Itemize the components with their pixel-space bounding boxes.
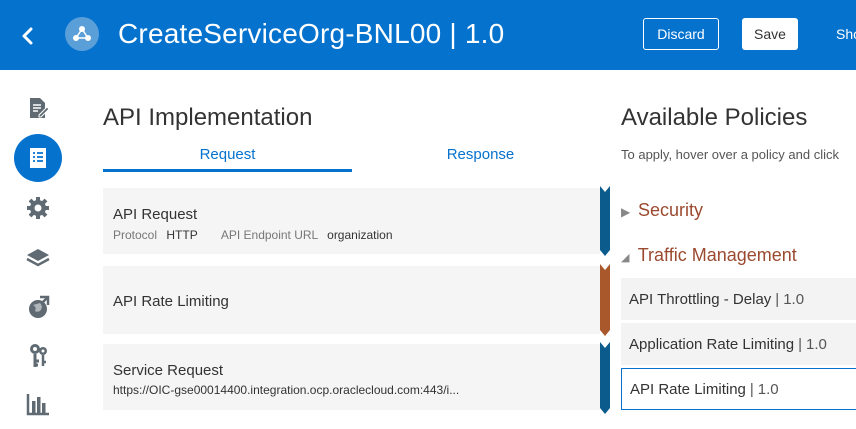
implementation-title: API Implementation: [103, 104, 313, 131]
policy-version: 1.0: [806, 335, 827, 353]
app-header: CreateServiceOrg-BNL00 | 1.0 Discard Sav…: [0, 0, 856, 70]
flow-connector-policy: [600, 264, 610, 336]
group-label: Traffic Management: [637, 245, 797, 265]
policy-separator: |: [749, 380, 754, 398]
flow-connector-request: [600, 186, 610, 256]
caret-right-icon: ▶: [621, 205, 631, 219]
policy-separator: |: [798, 335, 802, 353]
card-title: API Request: [113, 206, 198, 223]
nav-analytics[interactable]: [14, 380, 62, 428]
policy-separator: |: [775, 290, 780, 308]
discard-button[interactable]: Discard: [643, 18, 719, 50]
rate-limiting-policy-card[interactable]: API Rate Limiting: [103, 266, 600, 334]
policy-version: 1.0: [757, 380, 779, 398]
protocol-label: Protocol: [113, 228, 158, 242]
policy-name: API Throttling - Delay: [629, 290, 772, 308]
flow-connector-service: [600, 342, 610, 414]
layers-icon: [26, 249, 50, 267]
gear-icon: [27, 197, 49, 219]
chevron-left-icon: [22, 27, 33, 45]
policy-item[interactable]: API Throttling - Delay | 1.0: [621, 278, 856, 320]
card-title: API Rate Limiting: [113, 293, 229, 310]
endpoint-label: API Endpoint URL: [220, 228, 318, 242]
show-button[interactable]: Sho: [836, 26, 856, 42]
nav-api-implementation[interactable]: [14, 134, 62, 182]
nav-document-edit[interactable]: [14, 84, 62, 132]
keys-icon: [30, 344, 47, 367]
available-policies-title: Available Policies: [621, 104, 808, 131]
save-button[interactable]: Save: [742, 18, 798, 50]
policy-name: Application Rate Limiting: [629, 335, 795, 353]
service-request-card[interactable]: Service Request https://OIC-gse00014400.…: [103, 344, 600, 410]
card-title: Service Request: [113, 362, 224, 379]
policy-item[interactable]: Application Rate Limiting | 1.0: [621, 323, 856, 365]
api-hub-icon: [65, 17, 99, 51]
service-url: https://OIC-gse00014400.integration.ocp.…: [113, 383, 460, 397]
nav-layers[interactable]: [14, 234, 62, 282]
back-button[interactable]: [16, 22, 40, 50]
policies-hint: To apply, hover over a policy and click: [621, 147, 839, 162]
group-traffic-management[interactable]: ◢ Traffic Management: [621, 245, 797, 266]
caret-down-icon: ◢: [621, 252, 630, 264]
analytics-chart-icon: [26, 394, 49, 416]
protocol-value: HTTP: [166, 228, 198, 242]
left-nav: [0, 70, 76, 429]
tab-response[interactable]: Response: [356, 146, 605, 172]
card-details: Protocol HTTP API Endpoint URL organizat…: [113, 228, 393, 242]
nav-settings[interactable]: [14, 184, 62, 232]
api-implementation-icon: [30, 148, 46, 168]
policy-version: 1.0: [783, 290, 805, 308]
group-security[interactable]: ▶ Security: [621, 200, 703, 221]
nav-publish[interactable]: [14, 284, 62, 332]
active-tab-indicator: [103, 169, 352, 172]
document-edit-icon: [30, 98, 50, 118]
policy-name: API Rate Limiting: [630, 380, 746, 398]
group-label: Security: [638, 200, 704, 220]
nav-grants[interactable]: [14, 332, 62, 380]
page-title: CreateServiceOrg-BNL00 | 1.0: [118, 18, 505, 49]
api-request-card[interactable]: API Request Protocol HTTP API Endpoint U…: [103, 188, 600, 254]
policy-item-selected[interactable]: API Rate Limiting | 1.0: [621, 368, 856, 410]
endpoint-value: organization: [327, 228, 393, 242]
globe-publish-icon: [29, 295, 50, 318]
